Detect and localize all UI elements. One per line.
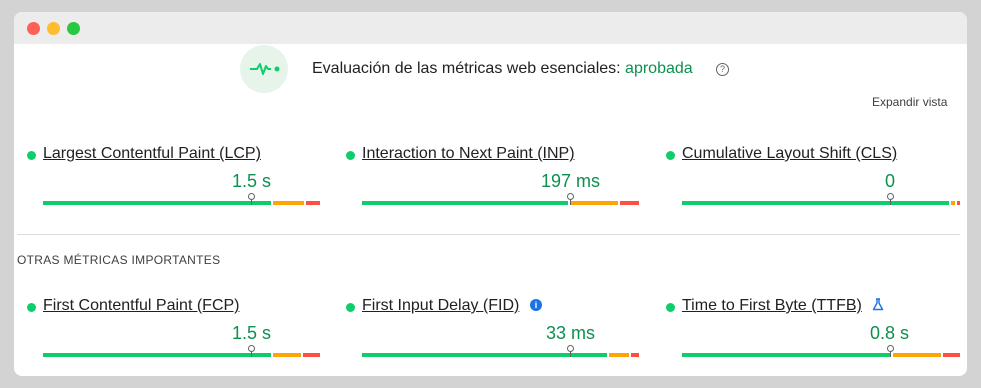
flask-icon[interactable]: [872, 298, 884, 311]
p75-marker-stem: [251, 199, 252, 205]
metric-value-fcp: 1.5 s: [232, 323, 272, 343]
distribution-segment-avg: [951, 201, 955, 205]
distribution-segment-good: [43, 353, 271, 357]
metric-inp: Interaction to Next Paint (INP) 197 ms: [346, 145, 639, 205]
info-icon[interactable]: i: [530, 299, 542, 311]
pulse-icon: [240, 45, 288, 93]
metric-label-cls[interactable]: Cumulative Layout Shift (CLS): [682, 145, 897, 163]
metric-value-ttfb: 0.8 s: [870, 323, 910, 343]
p75-marker-stem: [570, 199, 571, 205]
good-status-dot: [666, 303, 675, 312]
metric-label-inp[interactable]: Interaction to Next Paint (INP): [362, 145, 575, 163]
metric-lcp: Largest Contentful Paint (LCP) 1.5 s: [27, 145, 320, 205]
distribution-segment-poor: [306, 201, 320, 205]
good-status-dot: [27, 151, 36, 160]
good-status-dot: [346, 151, 355, 160]
distribution-bar-ttfb: [682, 345, 960, 357]
metric-value-inp: 197 ms: [541, 171, 601, 191]
zoom-window-button[interactable]: [67, 22, 80, 35]
close-window-button[interactable]: [27, 22, 40, 35]
distribution-bar-inp: [362, 193, 639, 205]
p75-marker-stem: [890, 199, 891, 205]
other-metrics-heading: OTRAS MÉTRICAS IMPORTANTES: [17, 253, 221, 267]
distribution-segment-avg: [570, 201, 618, 205]
good-status-dot: [346, 303, 355, 312]
distribution-bar-cls: [682, 193, 960, 205]
p75-marker-stem: [570, 351, 571, 357]
metric-fid: First Input Delay (FID) i 33 ms: [346, 297, 639, 357]
distribution-segment-poor: [303, 353, 320, 357]
distribution-segment-avg: [273, 201, 304, 205]
help-icon[interactable]: ?: [716, 63, 729, 76]
distribution-bar-fid: [362, 345, 639, 357]
core-web-vitals-assessment: Evaluación de las métricas web esenciale…: [312, 60, 693, 78]
metric-value-lcp: 1.5 s: [232, 171, 272, 191]
section-divider: [17, 234, 960, 235]
metric-label-fcp[interactable]: First Contentful Paint (FCP): [43, 297, 240, 315]
metric-cls: Cumulative Layout Shift (CLS) 0: [666, 145, 960, 205]
metric-label-ttfb[interactable]: Time to First Byte (TTFB): [682, 297, 862, 315]
distribution-segment-poor: [943, 353, 960, 357]
expand-view-link[interactable]: Expandir vista: [872, 95, 947, 109]
metric-value-cls: 0: [885, 171, 896, 191]
distribution-segment-good: [362, 201, 568, 205]
metric-label-lcp[interactable]: Largest Contentful Paint (LCP): [43, 145, 261, 163]
p75-marker-stem: [251, 351, 252, 357]
distribution-segment-good: [43, 201, 271, 205]
good-status-dot: [666, 151, 675, 160]
browser-window: Evaluación de las métricas web esenciale…: [14, 12, 967, 376]
distribution-segment-avg: [609, 353, 629, 357]
distribution-bar-lcp: [43, 193, 320, 205]
assessment-status: aprobada: [625, 60, 693, 77]
title-bar: [14, 12, 967, 44]
distribution-segment-avg: [273, 353, 301, 357]
distribution-segment-poor: [631, 353, 639, 357]
p75-marker-stem: [890, 351, 891, 357]
distribution-bar-fcp: [43, 345, 320, 357]
metric-ttfb: Time to First Byte (TTFB) 0.8 s: [666, 297, 960, 357]
good-status-dot: [27, 303, 36, 312]
metric-fcp: First Contentful Paint (FCP) 1.5 s: [27, 297, 320, 357]
distribution-segment-good: [682, 201, 949, 205]
distribution-segment-good: [682, 353, 891, 357]
minimize-window-button[interactable]: [47, 22, 60, 35]
metric-value-fid: 33 ms: [546, 323, 596, 343]
assessment-text: Evaluación de las métricas web esenciale…: [312, 60, 626, 77]
distribution-segment-poor: [620, 201, 639, 205]
distribution-segment-poor: [957, 201, 960, 205]
distribution-segment-avg: [893, 353, 941, 357]
metric-label-fid[interactable]: First Input Delay (FID): [362, 297, 519, 315]
